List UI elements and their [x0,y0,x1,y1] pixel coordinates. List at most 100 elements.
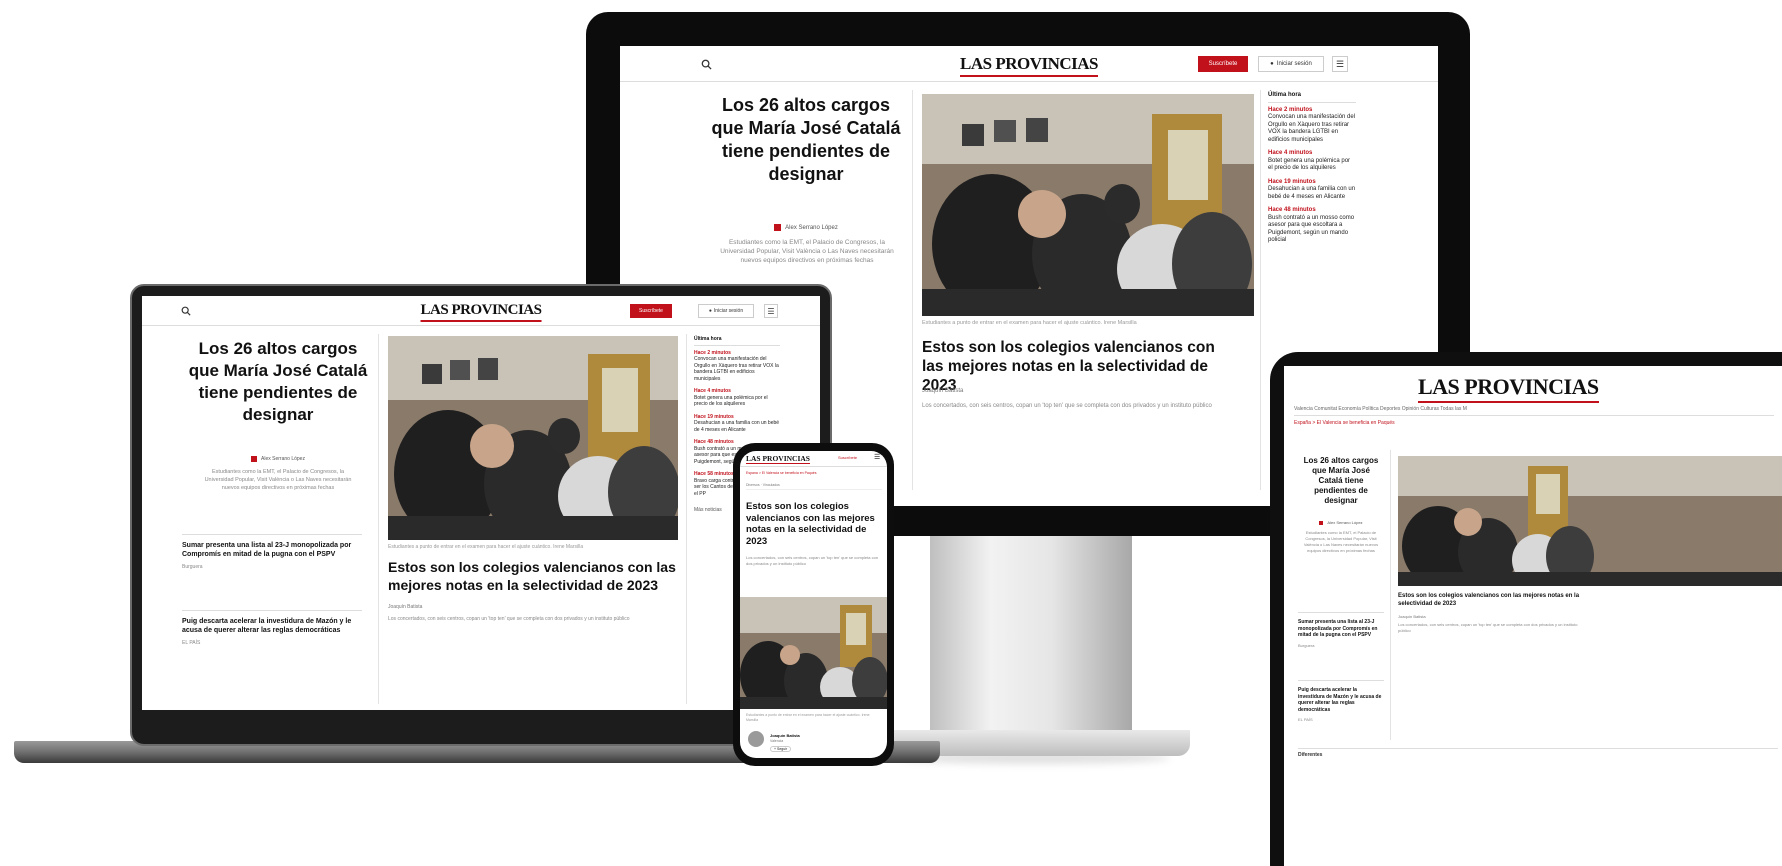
secondary-byline: Burguera [182,564,203,570]
main-summary: Los concertados, con seis centros, copan… [922,403,1212,409]
lead-author: Alex Serrano López [1302,520,1380,525]
sidebar-item-time: Hace 2 minutos [1268,106,1313,113]
main-headline[interactable]: Estos son los colegios valencianos con l… [388,558,678,594]
tablet-nav[interactable]: Valencia Comunitat Economía Política Dep… [1294,406,1774,416]
photo-caption: Estudiantes a punto de entrar en el exam… [388,544,584,550]
subscribe-button[interactable]: Suscríbete [1198,56,1248,72]
sidebar-item[interactable]: Hace 2 minutos Convocan una manifestación… [1268,107,1356,145]
breadcrumb[interactable]: Espana > El Valencia se beneficia en Paq… [746,471,816,475]
lead-author-name: Alex Serrano López [1327,520,1363,525]
menu-button[interactable]: ☰ [1332,56,1348,72]
main-photo[interactable] [922,94,1254,316]
menu-icon[interactable]: ☰ [874,453,880,461]
site-header: LAS PROVINCIAS Suscríbete ● Iniciar sesió… [142,296,820,326]
column-divider [686,334,687,704]
site-header: LAS PROVINCIAS Suscríbete ● Iniciar sesió… [620,46,1438,82]
secondary-item[interactable]: Sumar presenta una lista al 23-J monopol… [1298,612,1384,649]
lead-summary: Estudiantes como la EMT, el Palacio de C… [1303,530,1379,553]
main-photo[interactable] [1398,456,1782,586]
column-divider [1390,450,1391,740]
main-byline: Joaquín Batista [922,388,964,394]
sidebar-title: Última hora [1268,92,1356,103]
login-label: Iniciar sesión [1276,61,1312,67]
menu-icon: ☰ [1335,58,1345,69]
sidebar-title: Última hora [694,336,780,346]
lead-summary: Estudiantes como la EMT, el Palacio de C… [720,239,894,264]
subscribe-button[interactable]: Suscríbete [630,304,672,318]
lead-author-name: Alex Serrano López [261,456,305,462]
sidebar-item-text: Desahucian a una familia con un bebé de … [1268,186,1356,200]
phone-site: LAS PROVINCIAS Suscríbete ☰ Espana > El … [740,451,887,758]
tablet-site: LAS PROVINCIAS Valencia Comunitat Econom… [1284,366,1782,866]
lead-author: Alex Serrano López [706,224,906,231]
sidebar-item-time: Hace 4 minutos [1268,150,1313,156]
tablet: LAS PROVINCIAS Valencia Comunitat Econom… [1270,352,1782,866]
lead-author-name: Alex Serrano López [785,224,838,231]
search-icon[interactable] [178,303,194,319]
column-divider [378,334,379,704]
photo-caption: Estudiantes a punto de entrar en el exam… [922,320,1137,326]
sidebar-item[interactable]: Hace 19 minutos Desahucian a una familia … [694,414,780,434]
main-headline[interactable]: Estos son los colegios valencianos con l… [1398,592,1588,608]
laptop: LAS PROVINCIAS Suscríbete ● Iniciar sesió… [130,284,832,746]
author-role: Valencia [770,739,784,743]
smartphone: LAS PROVINCIAS Suscríbete ☰ Espana > El … [733,443,894,766]
secondary-item[interactable]: Puig descarta acelerar la investidura de… [182,610,362,648]
login-button[interactable]: ● Iniciar sesión [1258,56,1324,72]
lead-headline[interactable]: Los 26 altos cargos que María José Catal… [188,338,368,426]
laptop-site: LAS PROVINCIAS Suscríbete ● Iniciar sesió… [142,296,820,710]
main-photo[interactable] [388,336,678,540]
monitor-stand [930,536,1132,740]
author-icon [1319,520,1324,525]
user-icon: ● [1270,61,1274,67]
secondary-headline: Puig descarta acelerar la investidura de… [1298,687,1382,713]
lead-headline[interactable]: Los 26 altos cargos que María José Catal… [706,94,906,186]
login-label: Iniciar sesión [713,308,744,314]
author-icon [251,456,258,462]
sidebar-item[interactable]: Hace 48 minutosBush contrató a un mosso … [1268,207,1356,245]
sidebar-item-time: Hace 19 minutos [1268,178,1316,185]
login-button[interactable]: ● Iniciar sesión [698,304,754,318]
sidebar-item[interactable]: Hace 19 minutos Desahucian a una familia … [1268,179,1356,202]
secondary-item[interactable]: Puig descarta acelerar la investidura de… [1298,680,1384,724]
site-logo[interactable]: LAS PROVINCIAS [960,54,1099,77]
sidebar-item-text: Convocan una manifestación del Orgullo e… [694,356,779,382]
subscribe-link[interactable]: Suscríbete [838,455,857,460]
site-logo[interactable]: LAS PROVINCIAS [1418,374,1599,403]
secondary-headline: Sumar presenta una lista al 23-J monopol… [182,542,352,558]
secondary-headline: Sumar presenta una lista al 23-J monopol… [1298,619,1378,638]
sidebar-item-text: Botet genera una polémica por el precio … [1268,157,1351,172]
lead-author: Alex Serrano López [188,456,368,462]
phone-tags[interactable]: Diversos · Vinculados [746,483,882,490]
main-headline[interactable]: Estos son los colegios valencianos con l… [922,338,1238,395]
main-headline[interactable]: Estos son los colegios valencianos con l… [746,501,882,547]
site-logo[interactable]: LAS PROVINCIAS [420,302,542,322]
mockup-stage: LAS PROVINCIAS Suscríbete ● Iniciar sesió… [0,0,1782,866]
secondary-byline: EL PAÍS [182,640,201,646]
tablet-footer: Diferentes [1298,748,1778,758]
breadcrumb[interactable]: España > El Valencia se beneficia en Paq… [1294,420,1395,426]
author-avatar [748,731,764,747]
sidebar-item[interactable]: Hace 4 minutos Botet genera una polémica … [694,388,780,408]
follow-button[interactable]: + Seguir [770,746,792,752]
menu-icon: ☰ [767,306,775,316]
main-photo[interactable] [740,597,887,709]
lead-headline[interactable]: Los 26 altos cargos que María José Catal… [1302,456,1380,506]
secondary-item[interactable]: Sumar presenta una lista al 23-J monopol… [182,534,362,572]
author-icon [774,224,782,231]
sidebar-item-text: Convocan una manifestación del Orgullo e… [1268,114,1356,143]
sidebar-item-time: Hace 48 minutos [1268,207,1316,213]
search-icon[interactable] [698,56,714,72]
photo-caption: Estudiantes a punto de entrar en el exam… [746,713,870,722]
column-divider [1260,90,1261,490]
main-summary: Los concertados, con seis centros, copan… [388,616,630,622]
menu-button[interactable]: ☰ [764,304,778,318]
sidebar-item-text: Desahucian a una familia con un bebé de … [694,420,780,433]
main-byline: Joaquín Batista [388,604,423,610]
site-logo[interactable]: LAS PROVINCIAS [746,454,810,464]
sidebar-item[interactable]: Hace 2 minutos Convocan una manifestación… [694,350,780,383]
sidebar-item[interactable]: Hace 4 minutos Botet genera una polémica … [1268,150,1356,173]
author-name[interactable]: Joaquín Batista [770,733,800,738]
site-header: LAS PROVINCIAS Suscríbete ☰ [740,451,887,467]
last-hour-sidebar: Última hora Hace 2 minutos Convocan una m… [1268,92,1356,251]
